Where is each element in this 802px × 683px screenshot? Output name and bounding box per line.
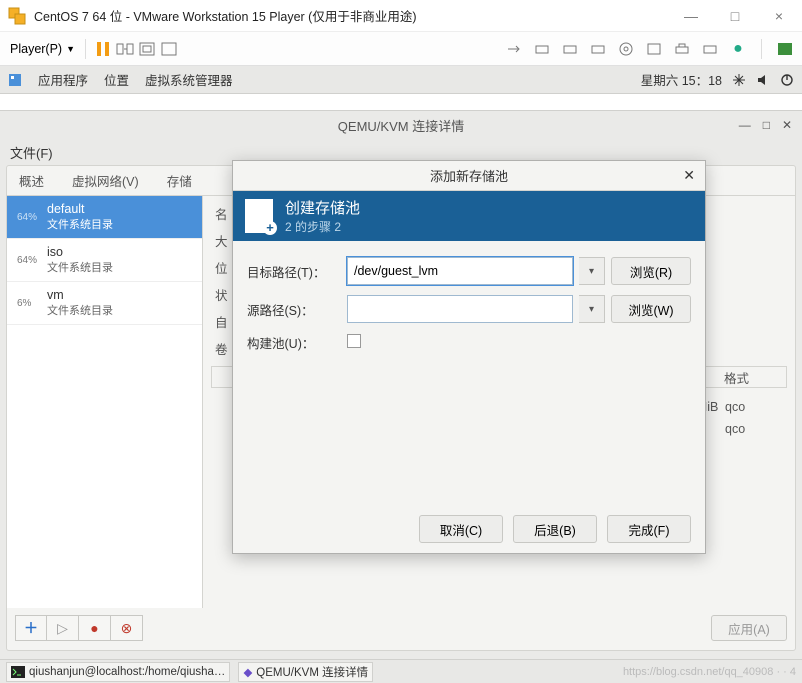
back-button[interactable]: 后退(B): [513, 515, 597, 543]
vol-format: qco: [725, 422, 781, 436]
taskbar-terminal[interactable]: qiushanjun@localhost:/home/qiusha…: [6, 662, 230, 682]
volume-icon[interactable]: [756, 73, 770, 87]
fullscreen-icon[interactable]: [158, 38, 180, 60]
power-icon[interactable]: [780, 73, 794, 87]
taskbar-virt-label: QEMU/KVM 连接详情: [256, 664, 368, 680]
apps-menu[interactable]: 应用程序: [38, 70, 88, 89]
finish-button[interactable]: 完成(F): [607, 515, 691, 543]
send-ctrl-alt-del-icon[interactable]: [114, 38, 136, 60]
cd-icon[interactable]: [615, 38, 637, 60]
pool-name: default: [47, 202, 113, 216]
browse-source-button[interactable]: 浏览(W): [611, 295, 691, 323]
maximize-button[interactable]: □: [726, 8, 744, 24]
vmware-app-icon: [8, 7, 26, 25]
dialog-title: 添加新存储池: [430, 166, 508, 185]
pool-usage: 64%: [17, 255, 41, 266]
source-path-input[interactable]: [347, 295, 573, 323]
file-menu[interactable]: 文件(F): [10, 143, 53, 162]
places-menu[interactable]: 位置: [104, 70, 129, 89]
player-menu[interactable]: Player(P) ▼: [6, 39, 79, 59]
delete-pool-button[interactable]: ⊗: [111, 615, 143, 641]
pool-type: 文件系统目录: [47, 259, 113, 275]
pool-name: vm: [47, 288, 113, 302]
pool-type: 文件系统目录: [47, 302, 113, 318]
pool-type: 文件系统目录: [47, 216, 113, 232]
vol-format: qco: [725, 400, 781, 414]
player-menu-label: Player(P): [10, 42, 62, 56]
watermark: https://blog.csdn.net/qq_40908 · · 4: [623, 666, 796, 678]
pool-item-iso[interactable]: 64% iso 文件系统目录: [7, 239, 202, 282]
hdd3-icon[interactable]: [587, 38, 609, 60]
hdd2-icon[interactable]: [559, 38, 581, 60]
stop-pool-button[interactable]: ●: [79, 615, 111, 641]
col-format: 格式: [724, 368, 780, 387]
target-path-dropdown[interactable]: ▾: [579, 257, 605, 285]
start-pool-button[interactable]: ▷: [47, 615, 79, 641]
tab-storage[interactable]: 存储: [163, 165, 196, 196]
taskbar-terminal-label: qiushanjun@localhost:/home/qiusha…: [29, 666, 225, 678]
build-pool-checkbox[interactable]: [347, 334, 361, 348]
storage-pool-list: 64% default 文件系统目录 64% iso 文件系统目录 6%: [7, 196, 203, 608]
wizard-heading: 创建存储池: [285, 197, 360, 218]
virt-manager-icon: [8, 73, 22, 87]
build-pool-label: 构建池(U)：: [247, 333, 341, 352]
virt-manager-menu[interactable]: 虚拟系统管理器: [145, 70, 233, 89]
separator: [761, 39, 762, 59]
pool-item-default[interactable]: 64% default 文件系统目录: [7, 196, 202, 239]
inner-maximize-button[interactable]: □: [763, 118, 770, 132]
wizard-icon: [245, 199, 273, 233]
hdd1-icon[interactable]: [531, 38, 553, 60]
add-storage-pool-dialog: 添加新存储池 ✕ 创建存储池 2 的步骤 2 目标路径(T)： ▾ 浏览(R) …: [232, 160, 706, 554]
pool-usage: 6%: [17, 298, 41, 309]
vmware-window-title: CentOS 7 64 位 - VMware Workstation 15 Pl…: [34, 6, 417, 25]
pool-item-vm[interactable]: 6% vm 文件系统目录: [7, 282, 202, 325]
tab-overview[interactable]: 概述: [15, 165, 48, 196]
dialog-close-button[interactable]: ✕: [683, 167, 695, 184]
tab-virtual-networks[interactable]: 虚拟网络(V): [68, 165, 143, 196]
separator: [85, 39, 86, 59]
inner-close-button[interactable]: ✕: [782, 118, 792, 132]
sound-icon[interactable]: ●: [727, 38, 749, 60]
minimize-button[interactable]: —: [682, 8, 700, 24]
chevron-down-icon: ▼: [66, 44, 75, 54]
source-path-dropdown[interactable]: ▾: [579, 295, 605, 323]
source-path-label: 源路径(S)：: [247, 300, 341, 319]
unity-icon[interactable]: [774, 38, 796, 60]
close-button[interactable]: ×: [770, 8, 788, 24]
cube-icon: ◆: [243, 665, 252, 679]
target-path-input[interactable]: [347, 257, 573, 285]
inner-minimize-button[interactable]: —: [739, 118, 751, 132]
cancel-button[interactable]: 取消(C): [419, 515, 503, 543]
browse-target-button[interactable]: 浏览(R): [611, 257, 691, 285]
floppy-icon[interactable]: [643, 38, 665, 60]
apply-button[interactable]: 应用(A): [711, 615, 787, 641]
target-path-label: 目标路径(T)：: [247, 262, 341, 281]
fit-guest-icon[interactable]: [136, 38, 158, 60]
wizard-step: 2 的步骤 2: [285, 218, 360, 235]
clock[interactable]: 星期六 15：18: [641, 70, 722, 89]
window-title: QEMU/KVM 连接详情: [338, 116, 464, 135]
arrow-icon[interactable]: [503, 38, 525, 60]
taskbar-virt-manager[interactable]: ◆ QEMU/KVM 连接详情: [238, 662, 373, 682]
pool-name: iso: [47, 245, 113, 259]
nic-icon[interactable]: [699, 38, 721, 60]
network-icon[interactable]: [732, 73, 746, 87]
pool-usage: 64%: [17, 212, 41, 223]
pause-icon[interactable]: [92, 38, 114, 60]
add-pool-button[interactable]: ＋: [15, 615, 47, 641]
printer-icon[interactable]: [671, 38, 693, 60]
